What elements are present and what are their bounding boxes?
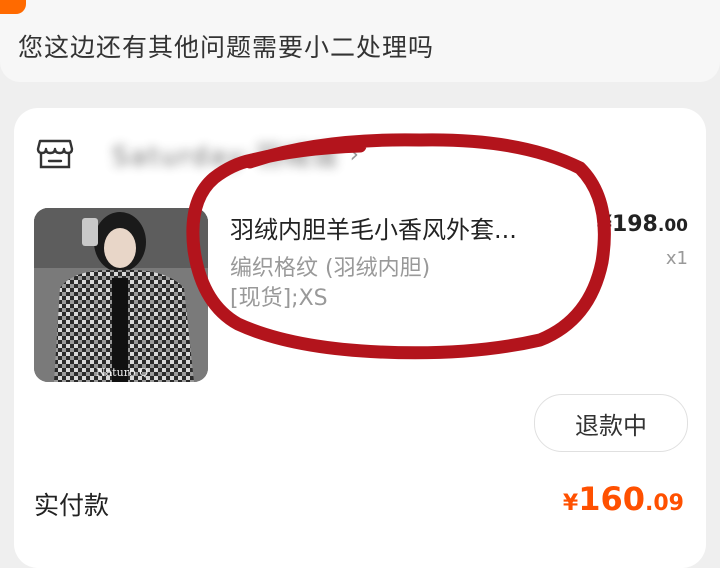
chevron-right-icon: › bbox=[349, 140, 360, 168]
product-spec: 编织格纹 (羽绒内胆) [现货];XS bbox=[230, 254, 530, 314]
app-logo-corner bbox=[0, 0, 26, 14]
store-icon bbox=[36, 139, 74, 169]
store-row[interactable]: Saturday·羽绒馆 › bbox=[36, 134, 359, 174]
spec-line-1: 编织格纹 (羽绒内胆) bbox=[230, 256, 431, 281]
price-currency: ¥ bbox=[596, 212, 612, 237]
order-card[interactable]: Saturday·羽绒馆 › Naturo Q 羽绒内胆羊毛小香风外套... 编… bbox=[14, 108, 706, 568]
paid-amount: ¥160.09 bbox=[563, 480, 684, 518]
unit-price: ¥198.00 bbox=[597, 212, 688, 237]
spec-line-2: [现货];XS bbox=[230, 286, 328, 311]
thumb-caption: Naturo Q bbox=[96, 366, 148, 379]
paid-currency: ¥ bbox=[562, 491, 579, 516]
paid-label: 实付款 bbox=[34, 491, 110, 520]
paid-integer: 160 bbox=[578, 480, 646, 518]
product-title[interactable]: 羽绒内胆羊毛小香风外套... bbox=[230, 210, 560, 245]
support-question-text: 您这边还有其他问题需要小二处理吗 bbox=[18, 33, 435, 62]
product-thumbnail[interactable]: Naturo Q bbox=[34, 208, 208, 382]
product-photo: Naturo Q bbox=[34, 208, 208, 382]
paid-decimal: .09 bbox=[645, 491, 684, 516]
price-decimal: .00 bbox=[657, 216, 688, 236]
quantity: x1 bbox=[665, 248, 688, 269]
refund-status-button[interactable]: 退款中 bbox=[534, 394, 688, 452]
price-integer: 198 bbox=[611, 212, 658, 237]
store-name[interactable]: Saturday·羽绒馆 bbox=[112, 136, 339, 173]
chat-message-card: 您这边还有其他问题需要小二处理吗 bbox=[0, 0, 720, 82]
